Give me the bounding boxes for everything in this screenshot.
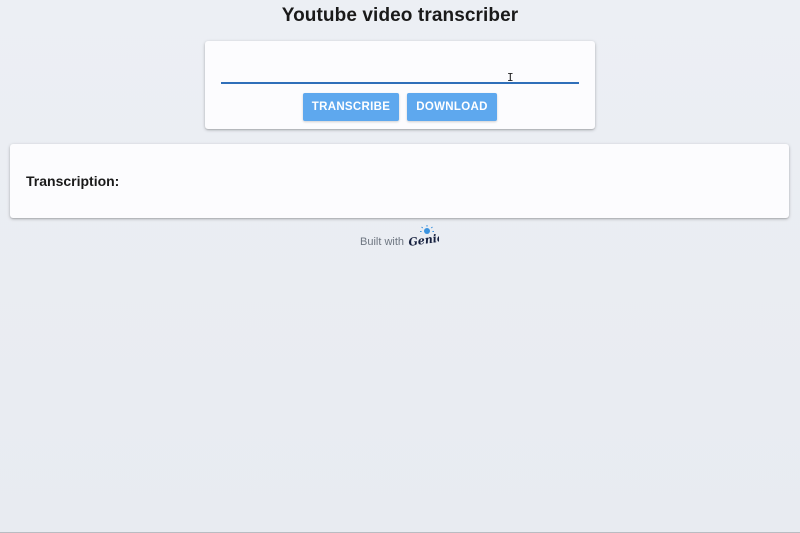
input-card: I TRANSCRIBE DOWNLOAD xyxy=(205,41,595,129)
i-beam-cursor-icon: I xyxy=(507,71,514,84)
built-with-label: Built with xyxy=(360,236,405,248)
transcribe-button[interactable]: TRANSCRIBE xyxy=(303,93,399,121)
page-title: Youtube video transcriber xyxy=(281,5,519,26)
download-button[interactable]: DOWNLOAD xyxy=(407,93,497,121)
transcription-card: Transcription: xyxy=(10,144,789,218)
video-url-input[interactable] xyxy=(221,53,579,84)
transcription-label: Transcription: xyxy=(26,173,120,189)
footer: Built with Genie xyxy=(0,224,800,254)
genie-lamp-icon: Genie xyxy=(408,225,445,249)
genie-logo[interactable]: Genie xyxy=(407,224,445,250)
genie-logo-text: Genie xyxy=(408,231,439,249)
app-page: Youtube video transcriber I TRANSCRIBE D… xyxy=(0,0,800,532)
